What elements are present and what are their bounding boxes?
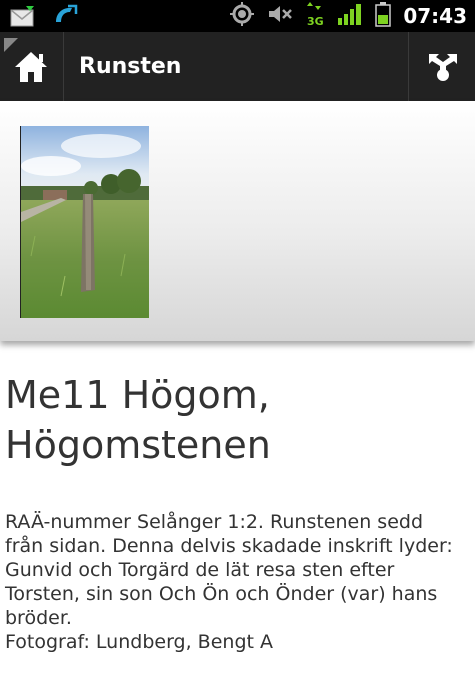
share-icon — [427, 50, 459, 86]
mail-icon — [10, 4, 36, 32]
gps-icon — [229, 1, 255, 31]
home-icon — [13, 50, 49, 88]
mute-icon — [267, 2, 293, 30]
place-heading: Me11 Högom, Högomstenen — [5, 373, 271, 467]
missed-call-icon — [52, 4, 78, 32]
description-text: RAÄ-nummer Selånger 1:2. Runstenen sedd … — [5, 511, 453, 629]
status-bar: 3G 07:43 — [0, 0, 475, 32]
page-title: Runsten — [79, 54, 182, 79]
photo-thumbnail[interactable] — [20, 126, 149, 318]
clock: 07:43 — [403, 4, 467, 28]
home-button[interactable] — [0, 32, 63, 101]
battery-icon — [375, 1, 392, 31]
svg-text:3G: 3G — [307, 15, 324, 27]
action-bar: Runsten — [0, 32, 475, 101]
signal-icon — [337, 2, 363, 30]
share-button[interactable] — [409, 32, 475, 101]
divider — [63, 32, 64, 101]
photographer-credit: Fotograf: Lundberg, Bengt A — [5, 631, 273, 653]
photo-gallery — [0, 101, 475, 341]
3g-data-icon: 3G — [305, 1, 325, 31]
